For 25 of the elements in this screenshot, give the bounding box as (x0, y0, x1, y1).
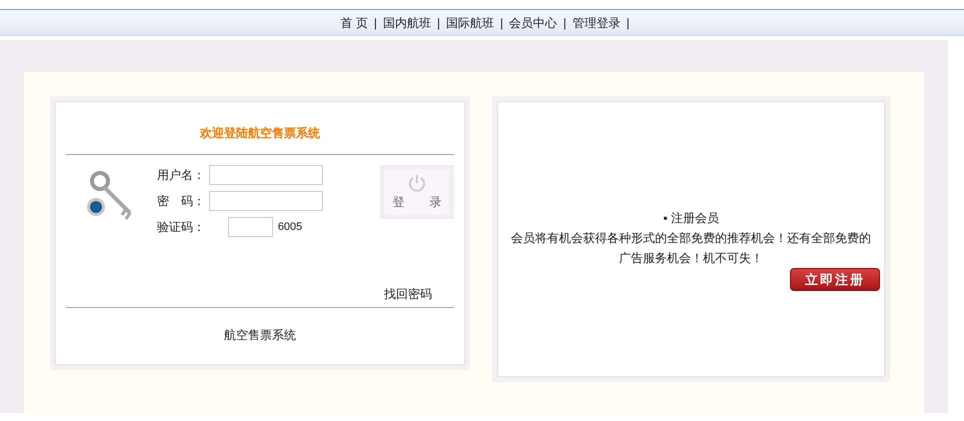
nav-link[interactable]: 会员中心 (503, 14, 564, 32)
nav-link[interactable]: 管理登录 (566, 14, 626, 32)
system-name: 航空售票系统 (224, 327, 296, 344)
nav-separator: | (436, 14, 440, 32)
captcha-code: 6005 (278, 220, 302, 235)
field-label: 密 码： (156, 193, 206, 210)
username-field[interactable] (208, 165, 323, 185)
field-label: 用户名： (156, 167, 206, 184)
login-button[interactable]: 登 录 (380, 165, 454, 219)
register-description: 会员将有机会获得各种形式的全部免费的推荐机会！还有全部免费的广告服务机会！机不可失！ (511, 230, 871, 267)
login-title: 欢迎登陆航空售票系统 (200, 125, 320, 142)
nav-link[interactable]: 国际航班 (440, 14, 500, 32)
field-label: 验证码： (156, 219, 206, 236)
nav-separator: | (563, 14, 566, 32)
nav-link[interactable]: 国内航班 (376, 14, 437, 32)
forgot-password-link[interactable]: 找回密码 (384, 285, 432, 305)
power-icon (407, 173, 427, 193)
nav-separator: | (500, 14, 504, 32)
captcha-field[interactable] (228, 217, 273, 237)
nav-link[interactable]: 首 页 (334, 14, 374, 32)
nav-separator: | (374, 14, 377, 32)
register-heading: ▪ 注册会员 (663, 210, 719, 227)
password-field[interactable] (208, 191, 323, 211)
nav-separator: | (626, 14, 630, 32)
register-button[interactable]: 立即注册 (790, 268, 880, 291)
